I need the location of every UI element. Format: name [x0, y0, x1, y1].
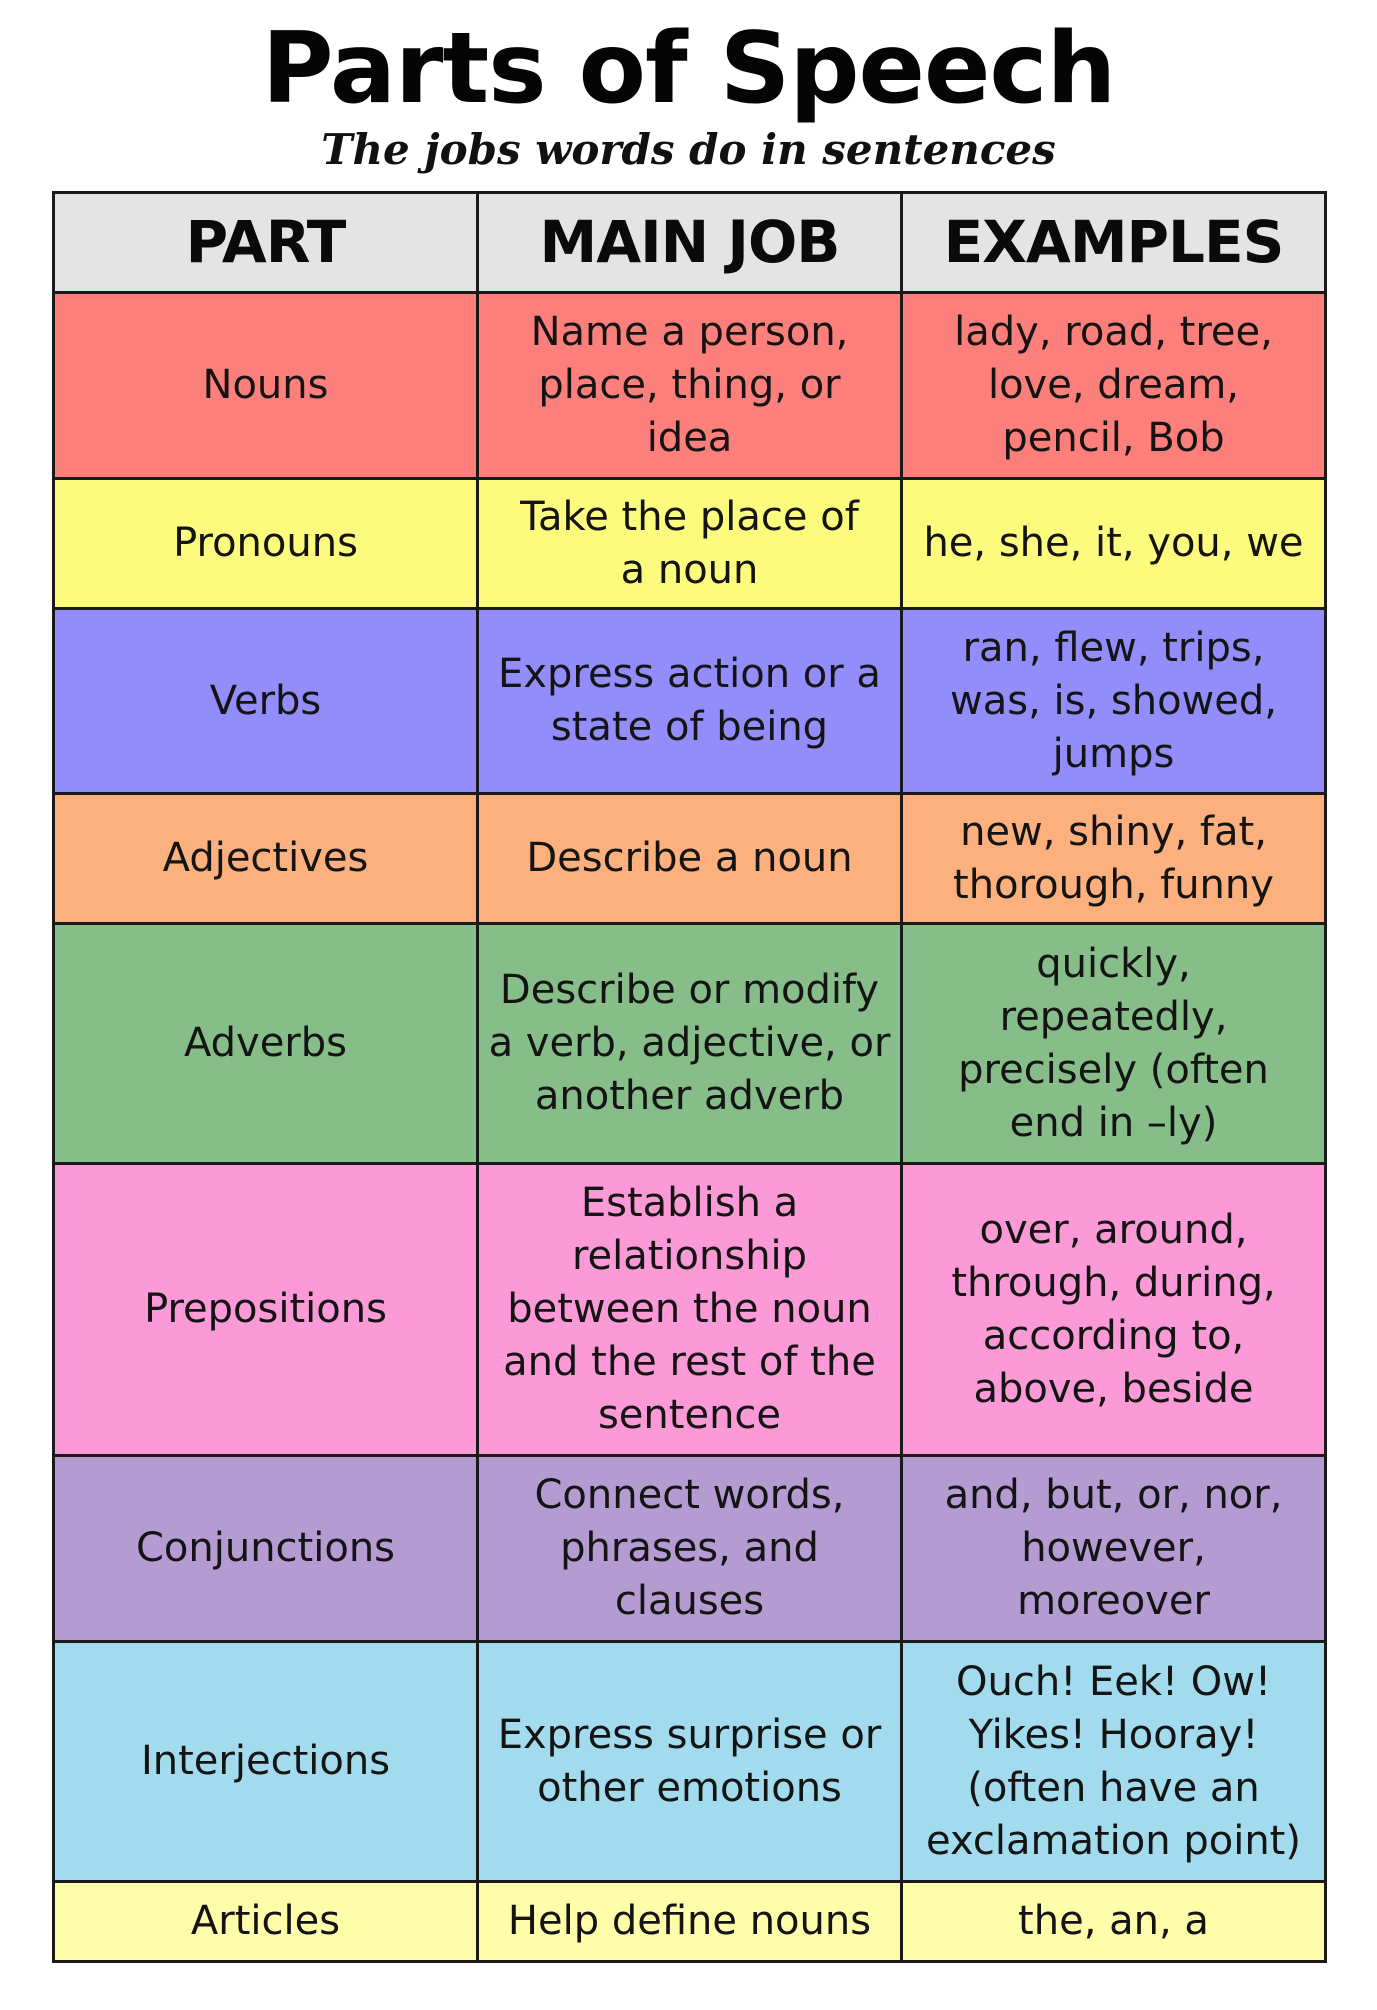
main-job-cell: Help define nouns	[476, 1880, 903, 1963]
table-row-adjectives: Adjectives Describe a noun new, shiny, f…	[52, 792, 1327, 925]
examples-cell: over, around, through, during, according…	[900, 1162, 1327, 1457]
part-cell: Verbs	[52, 607, 479, 795]
examples-cell: new, shiny, fat, thorough, funny	[900, 792, 1327, 925]
main-job-cell: Express action or a state of being	[476, 607, 903, 795]
examples-cell: and, but, or, nor, however, moreover	[900, 1454, 1327, 1643]
header-main-job: MAIN JOB	[476, 191, 903, 294]
table-row-nouns: Nouns Name a person, place, thing, or id…	[52, 291, 1327, 480]
part-cell: Adverbs	[52, 922, 479, 1165]
page-subtitle: The jobs words do in sentences	[321, 125, 1056, 174]
parts-of-speech-table: PART MAIN JOB EXAMPLES Nouns Name a pers…	[52, 191, 1327, 1963]
main-job-cell: Connect words, phrases, and clauses	[476, 1454, 903, 1643]
header-row: PART MAIN JOB EXAMPLES	[52, 191, 1327, 294]
examples-cell: Ouch! Eek! Ow! Yikes! Hooray! (often hav…	[900, 1640, 1327, 1883]
part-cell: Prepositions	[52, 1162, 479, 1457]
main-job-cell: Establish a relationship between the nou…	[476, 1162, 903, 1457]
part-cell: Nouns	[52, 291, 479, 480]
table-row-articles: Articles Help define nouns the, an, a	[52, 1880, 1327, 1963]
examples-cell: the, an, a	[900, 1880, 1327, 1963]
main-job-cell: Describe or modify a verb, adjective, or…	[476, 922, 903, 1165]
examples-cell: quickly, repeatedly, precisely (often en…	[900, 922, 1327, 1165]
part-cell: Pronouns	[52, 477, 479, 610]
main-job-cell: Describe a noun	[476, 792, 903, 925]
header-part: PART	[52, 191, 479, 294]
main-job-cell: Name a person, place, thing, or idea	[476, 291, 903, 480]
part-cell: Conjunctions	[52, 1454, 479, 1643]
table-row-verbs: Verbs Express action or a state of being…	[52, 607, 1327, 795]
main-job-cell: Express surprise or other emotions	[476, 1640, 903, 1883]
table-row-pronouns: Pronouns Take the place of a noun he, sh…	[52, 477, 1327, 610]
header-examples: EXAMPLES	[900, 191, 1327, 294]
table-row-prepositions: Prepositions Establish a relationship be…	[52, 1162, 1327, 1457]
examples-cell: lady, road, tree, love, dream, pencil, B…	[900, 291, 1327, 480]
examples-cell: he, she, it, you, we	[900, 477, 1327, 610]
part-cell: Adjectives	[52, 792, 479, 925]
page-title: Parts of Speech	[261, 12, 1117, 126]
part-cell: Articles	[52, 1880, 479, 1963]
table-row-interjections: Interjections Express surprise or other …	[52, 1640, 1327, 1883]
main-job-cell: Take the place of a noun	[476, 477, 903, 610]
table-row-adverbs: Adverbs Describe or modify a verb, adjec…	[52, 922, 1327, 1165]
part-cell: Interjections	[52, 1640, 479, 1883]
examples-cell: ran, flew, trips, was, is, showed, jumps	[900, 607, 1327, 795]
table-row-conjunctions: Conjunctions Connect words, phrases, and…	[52, 1454, 1327, 1643]
